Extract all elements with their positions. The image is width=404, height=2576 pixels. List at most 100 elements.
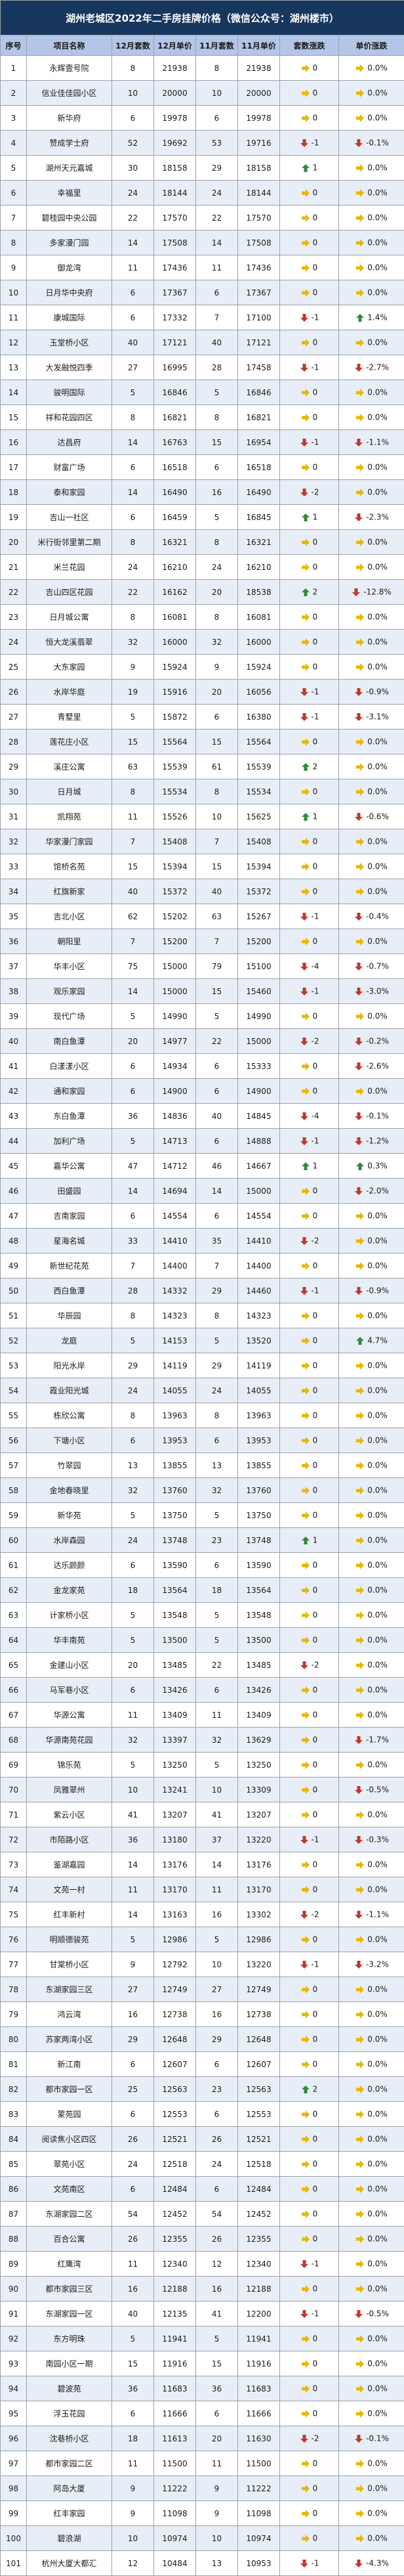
nov-price: 15394 [238,854,280,879]
arrow-flat-icon [301,114,310,123]
arrow-down-icon [300,1037,309,1046]
price-change: 0.0% [339,455,404,480]
row-number: 92 [1,2326,27,2351]
count-change: 2 [280,2077,339,2102]
nov-price: 14667 [238,1154,280,1179]
arrow-flat-icon [355,2509,365,2518]
arrow-flat-icon [301,1436,310,1445]
dec-price: 13397 [154,1728,196,1753]
count-change-value: 0 [313,2334,318,2344]
dec-price: 18158 [154,156,196,181]
row-number: 72 [1,1827,27,1852]
dec-count: 6 [112,2102,154,2127]
dec-count: 40 [112,879,154,904]
row-number: 10 [1,280,27,305]
row-number: 13 [1,355,27,380]
arrow-flat-icon [355,1486,365,1495]
row-number: 4 [1,131,27,156]
nov-price: 15100 [238,954,280,979]
dec-price: 14712 [154,1154,196,1179]
price-change-value: 0.0% [367,2160,388,2169]
arrow-flat-icon [355,2334,365,2344]
row-number: 40 [1,1029,27,1054]
price-change-value: 0.0% [367,1711,388,1720]
dec-count: 8 [112,56,154,81]
price-change: 0.0% [339,2077,404,2102]
nov-count: 8 [196,779,238,804]
dec-count: 8 [112,405,154,430]
price-change: 0.0% [339,2052,404,2077]
nov-count: 20 [196,2426,238,2451]
arrow-flat-icon [355,463,365,472]
dec-count: 11 [112,1877,154,1902]
arrow-flat-icon [301,1361,310,1370]
dec-count: 32 [112,630,154,655]
table-row: 90都市家园三区1612188161218800.0% [1,2277,404,2302]
nov-price: 17100 [238,305,280,330]
row-number: 50 [1,1278,27,1303]
nov-price: 13855 [238,1453,280,1478]
dec-price: 14400 [154,1254,196,1278]
dec-price: 13170 [154,1877,196,1902]
row-number: 41 [1,1054,27,1079]
table-row: 32华家漫门家园71540871540800.0% [1,829,404,854]
price-change-value: 0.0% [367,2459,388,2468]
header-cell: 12月套数 [112,35,154,56]
price-change: 0.0% [339,2027,404,2052]
dec-price: 16210 [154,555,196,580]
arrow-flat-icon [301,2010,310,2019]
arrow-down-icon [354,438,363,447]
price-change: -1.1% [339,1902,404,1927]
arrow-flat-icon [355,1586,365,1595]
project-name: 加利广场 [27,1129,112,1154]
price-change-value: 0.0% [367,538,388,547]
count-change-value: 0 [313,2110,318,2119]
dec-count: 7 [112,929,154,954]
count-change-value: 0 [313,2210,318,2219]
nov-price: 15200 [238,929,280,954]
dec-count: 24 [112,2152,154,2177]
count-change-value: 0 [313,388,318,397]
project-name: 西白鱼潭 [27,1278,112,1303]
price-change-value: 0.0% [367,2259,388,2269]
dec-price: 15200 [154,929,196,954]
arrow-flat-icon [355,1436,365,1445]
row-number: 66 [1,1678,27,1703]
dec-price: 19978 [154,106,196,131]
dec-count: 11 [112,1703,154,1728]
count-change-value: 0 [313,413,318,422]
count-change: 0 [280,1428,339,1453]
row-number: 21 [1,555,27,580]
count-change-value: 2 [313,588,318,597]
arrow-flat-icon [355,2160,365,2169]
dec-price: 10484 [154,2551,196,2576]
project-name: 红丰新村 [27,1902,112,1927]
dec-count: 24 [112,181,154,206]
arrow-flat-icon [355,413,365,422]
table-row: 68华源南苑花园321339732136290-1.7% [1,1728,404,1753]
table-row: 36朝阳里71520071520000.0% [1,929,404,954]
nov-price: 16380 [238,705,280,730]
count-change: -1 [280,305,339,330]
arrow-flat-icon [355,837,365,846]
count-change-value: -1 [312,1137,319,1146]
dec-count: 14 [112,1902,154,1927]
dec-count: 8 [112,605,154,630]
arrow-flat-icon [355,1611,365,1620]
project-name: 康城国际 [27,305,112,330]
nov-price: 17508 [238,230,280,255]
arrow-flat-icon [355,787,365,797]
project-name: 红丰家园 [27,2501,112,2526]
dec-count: 6 [112,1079,154,1104]
dec-count: 32 [112,1728,154,1753]
price-change-value: 0.0% [367,613,388,622]
dec-price: 12484 [154,2177,196,2202]
dec-price: 15408 [154,829,196,854]
count-change-value: 0 [313,2509,318,2518]
arrow-down-icon [300,2309,309,2319]
project-name: 吉南家园 [27,1204,112,1229]
row-number: 30 [1,779,27,804]
price-change: -1.1% [339,430,404,455]
count-change: 0 [280,1628,339,1653]
count-change-value: 0 [313,1461,318,1470]
